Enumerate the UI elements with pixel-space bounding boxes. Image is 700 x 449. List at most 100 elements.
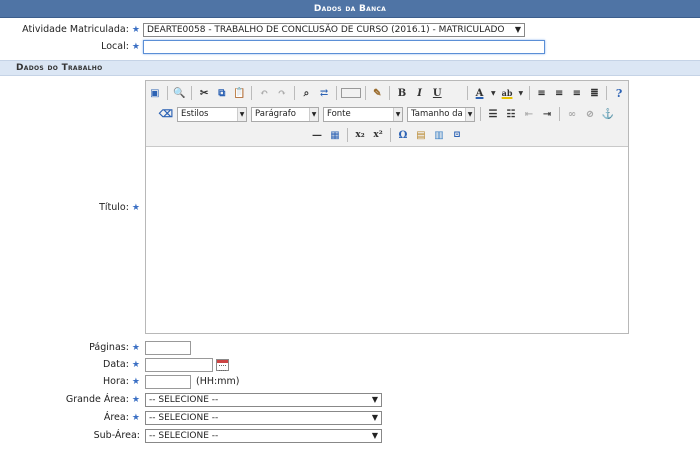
data-label: Data: ★: [103, 359, 140, 370]
toolbar-separator: [166, 86, 168, 100]
paginas-input[interactable]: [145, 341, 191, 355]
toolbar-separator: [528, 86, 530, 100]
section-title: Dados do Trabalho: [0, 60, 700, 76]
horizontal-rule-icon[interactable]: —: [309, 127, 325, 143]
titulo-label: Título: ★: [99, 202, 140, 213]
paste-word-icon[interactable]: ▥: [431, 127, 447, 143]
copy-icon[interactable]: ⧉: [214, 85, 230, 101]
chevron-down-icon[interactable]: ▼: [517, 85, 525, 101]
calendar-icon[interactable]: [216, 359, 229, 371]
subscript-icon[interactable]: x₂: [352, 127, 368, 143]
eraser-icon[interactable]: ⌫: [158, 106, 174, 122]
select-all-icon[interactable]: ⊡: [449, 127, 465, 143]
html-icon[interactable]: [340, 88, 361, 98]
required-star-icon: ★: [131, 42, 140, 52]
editor-content-area[interactable]: [146, 148, 628, 333]
align-center-icon[interactable]: ≡: [551, 85, 567, 101]
toolbar-separator: [364, 86, 366, 100]
align-left-icon[interactable]: ≡: [534, 85, 550, 101]
required-star-icon: ★: [131, 395, 140, 405]
hora-label: Hora: ★: [103, 376, 140, 387]
strikethrough-icon[interactable]: [447, 85, 463, 101]
area-select[interactable]: -- SELECIONE -- ▼: [145, 411, 382, 425]
toolbar-row-3: — ▦ x₂ x² Ω ▤ ▥ ⊡: [146, 125, 628, 145]
source-icon[interactable]: ▣: [147, 85, 163, 101]
special-char-icon[interactable]: Ω: [395, 127, 411, 143]
chevron-down-icon[interactable]: ▼: [489, 85, 497, 101]
area-selected-value: -- SELECIONE --: [149, 413, 219, 423]
toolbar-separator: [335, 86, 337, 100]
anchor-icon[interactable]: ⚓: [600, 106, 616, 122]
local-label: Local: ★: [101, 41, 140, 52]
numbered-list-icon[interactable]: ☷: [503, 106, 519, 122]
local-row: Local: ★: [0, 39, 700, 55]
chevron-down-icon: ▼: [393, 107, 402, 121]
toolbar-separator: [251, 86, 253, 100]
data-input[interactable]: [145, 358, 213, 372]
remove-format-icon[interactable]: ✎: [369, 85, 385, 101]
titulo-rich-text-editor: ▣ 🔍 ✂ ⧉ 📋 ↶ ↷ ⌕ ⇄ ✎ B I U A ▼ ab ▼ ≡ ≡ ≡…: [145, 80, 629, 334]
background-color-icon[interactable]: ab: [499, 85, 515, 101]
toolbar-separator: [347, 128, 348, 142]
preview-icon[interactable]: 🔍: [172, 85, 188, 101]
hora-input[interactable]: [145, 375, 191, 389]
area-label: Área: ★: [103, 412, 140, 423]
editor-toolbar: ▣ 🔍 ✂ ⧉ 📋 ↶ ↷ ⌕ ⇄ ✎ B I U A ▼ ab ▼ ≡ ≡ ≡…: [146, 81, 628, 147]
chevron-down-icon: ▼: [371, 395, 378, 404]
bulleted-list-icon[interactable]: ☰: [485, 106, 501, 122]
font-size-combo[interactable]: Tamanho da F ▼: [407, 106, 475, 122]
styles-combo[interactable]: Estilos ▼: [177, 106, 247, 122]
align-right-icon[interactable]: ≡: [569, 85, 585, 101]
local-input[interactable]: [143, 40, 545, 54]
toolbar-separator: [191, 86, 193, 100]
indent-icon[interactable]: ⇥: [539, 106, 555, 122]
paste-icon[interactable]: 📋: [232, 85, 248, 101]
sub-area-row: Sub-Área: -- SELECIONE -- ▼: [0, 428, 700, 444]
superscript-icon[interactable]: x²: [370, 127, 386, 143]
find-icon[interactable]: ⌕: [299, 85, 315, 101]
grande-area-label: Grande Área: ★: [65, 394, 140, 405]
text-color-icon[interactable]: A: [472, 85, 488, 101]
redo-icon[interactable]: ↷: [274, 85, 290, 101]
required-star-icon: ★: [131, 413, 140, 423]
grande-area-select[interactable]: -- SELECIONE -- ▼: [145, 393, 382, 407]
chevron-down-icon: ▼: [514, 25, 521, 34]
chevron-down-icon: ▼: [371, 413, 378, 422]
sub-area-select[interactable]: -- SELECIONE -- ▼: [145, 429, 382, 443]
required-star-icon: ★: [131, 25, 140, 35]
chevron-down-icon: ▼: [371, 431, 378, 440]
toolbar-separator: [293, 86, 295, 100]
toolbar-separator: [606, 86, 608, 100]
replace-icon[interactable]: ⇄: [316, 85, 332, 101]
required-star-icon: ★: [131, 360, 140, 370]
atividade-row: Atividade Matriculada: ★ DEARTE0058 - TRA…: [0, 22, 700, 38]
atividade-label: Atividade Matriculada: ★: [22, 24, 140, 35]
cut-icon[interactable]: ✂: [196, 85, 212, 101]
sub-area-label: Sub-Área:: [93, 430, 140, 441]
format-combo[interactable]: Parágrafo ▼: [251, 106, 319, 122]
outdent-icon[interactable]: ⇤: [521, 106, 537, 122]
italic-icon[interactable]: I: [412, 85, 428, 101]
hora-format-hint: (HH:mm): [196, 376, 240, 387]
toolbar-separator: [389, 86, 391, 100]
data-row: Data: ★: [0, 357, 700, 373]
bold-icon[interactable]: B: [394, 85, 410, 101]
help-icon[interactable]: ?: [611, 85, 627, 101]
underline-icon[interactable]: U: [429, 85, 445, 101]
table-icon[interactable]: ▦: [327, 127, 343, 143]
paginas-label: Páginas: ★: [89, 342, 140, 353]
toolbar-row-2: ⌫ Estilos ▼ Parágrafo ▼ Fonte ▼ Tamanho da …: [146, 104, 628, 124]
atividade-selected-value: DEARTE0058 - TRABALHO DE CONCLUSÃO DE CU…: [147, 25, 505, 35]
toolbar-row-1: ▣ 🔍 ✂ ⧉ 📋 ↶ ↷ ⌕ ⇄ ✎ B I U A ▼ ab ▼ ≡ ≡ ≡…: [146, 83, 628, 103]
undo-icon[interactable]: ↶: [256, 85, 272, 101]
unlink-icon[interactable]: ⊘: [582, 106, 598, 122]
area-row: Área: ★ -- SELECIONE -- ▼: [0, 410, 700, 426]
align-justify-icon[interactable]: ≣: [587, 85, 603, 101]
form-title: Dados da Banca: [0, 0, 700, 18]
toolbar-separator: [466, 86, 468, 100]
toolbar-separator: [559, 107, 560, 121]
font-combo[interactable]: Fonte ▼: [323, 106, 403, 122]
atividade-select[interactable]: DEARTE0058 - TRABALHO DE CONCLUSÃO DE CU…: [143, 23, 525, 37]
paste-text-icon[interactable]: ▤: [413, 127, 429, 143]
link-icon[interactable]: ∞: [564, 106, 580, 122]
